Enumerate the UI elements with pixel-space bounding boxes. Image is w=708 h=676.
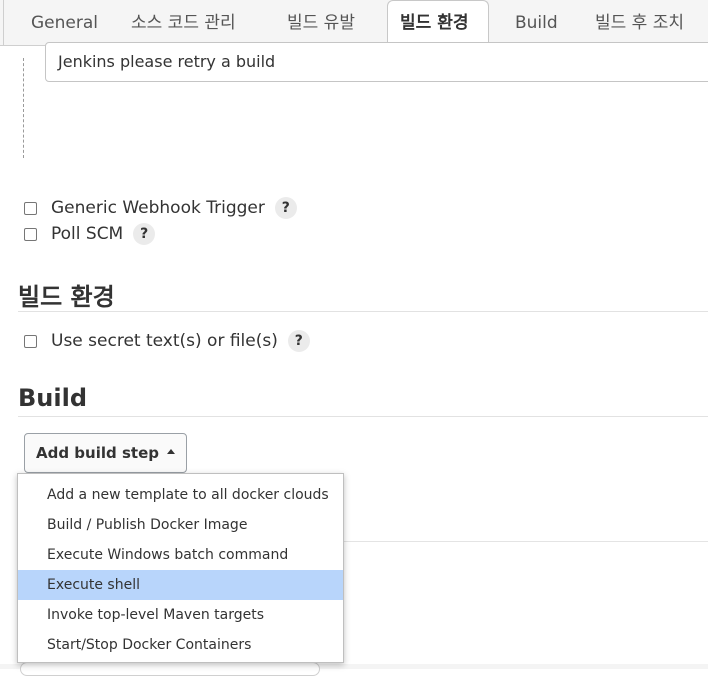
add-build-step-button[interactable]: Add build step: [24, 433, 187, 473]
secret-text-label: Use secret text(s) or file(s): [51, 331, 278, 351]
menu-item-execute-windows-batch[interactable]: Execute Windows batch command: [18, 540, 343, 570]
help-icon[interactable]: ?: [274, 197, 297, 219]
section-divider: [18, 311, 708, 312]
nested-block-indicator: [23, 58, 24, 158]
menu-item-docker-template[interactable]: Add a new template to all docker clouds: [18, 480, 343, 510]
build-heading: Build: [18, 384, 88, 412]
poll-scm-checkbox[interactable]: [24, 227, 37, 241]
config-tab-bar: General 소스 코드 관리 빌드 유발 빌드 환경 Build 빌드 후 …: [0, 0, 708, 46]
tab-build[interactable]: Build: [515, 10, 558, 36]
menu-item-build-publish-docker-image[interactable]: Build / Publish Docker Image: [18, 510, 343, 540]
menu-item-invoke-maven-targets[interactable]: Invoke top-level Maven targets: [18, 600, 343, 630]
build-step-menu: Add a new template to all docker clouds …: [17, 473, 344, 663]
secret-text-row: Use secret text(s) or file(s) ?: [24, 330, 310, 352]
tab-post-build-actions[interactable]: 빌드 후 조치: [595, 10, 684, 36]
menu-item-execute-shell[interactable]: Execute shell: [18, 570, 343, 600]
retry-text-field[interactable]: Jenkins please retry a build: [45, 42, 708, 82]
tab-build-environment[interactable]: 빌드 환경: [387, 0, 489, 46]
bottom-control: [20, 662, 320, 676]
tab-general[interactable]: General: [31, 10, 98, 36]
help-icon[interactable]: ?: [287, 330, 310, 352]
poll-scm-label: Poll SCM: [51, 224, 124, 244]
section-divider: [18, 416, 708, 417]
help-icon[interactable]: ?: [133, 223, 156, 245]
section-divider: [343, 541, 708, 542]
menu-item-start-stop-docker[interactable]: Start/Stop Docker Containers: [18, 630, 343, 660]
caret-up-icon: [166, 449, 175, 454]
build-environment-heading: 빌드 환경: [18, 283, 115, 311]
add-build-step-label: Add build step: [36, 444, 159, 462]
generic-webhook-label: Generic Webhook Trigger: [51, 198, 265, 218]
tab-source-code-management[interactable]: 소스 코드 관리: [131, 10, 236, 36]
tab-bar-divider: [3, 0, 4, 46]
generic-webhook-checkbox[interactable]: [24, 201, 37, 215]
generic-webhook-row: Generic Webhook Trigger ?: [24, 197, 297, 219]
poll-scm-row: Poll SCM ?: [24, 223, 156, 245]
secret-text-checkbox[interactable]: [24, 334, 37, 348]
tab-build-triggers[interactable]: 빌드 유발: [287, 10, 355, 36]
